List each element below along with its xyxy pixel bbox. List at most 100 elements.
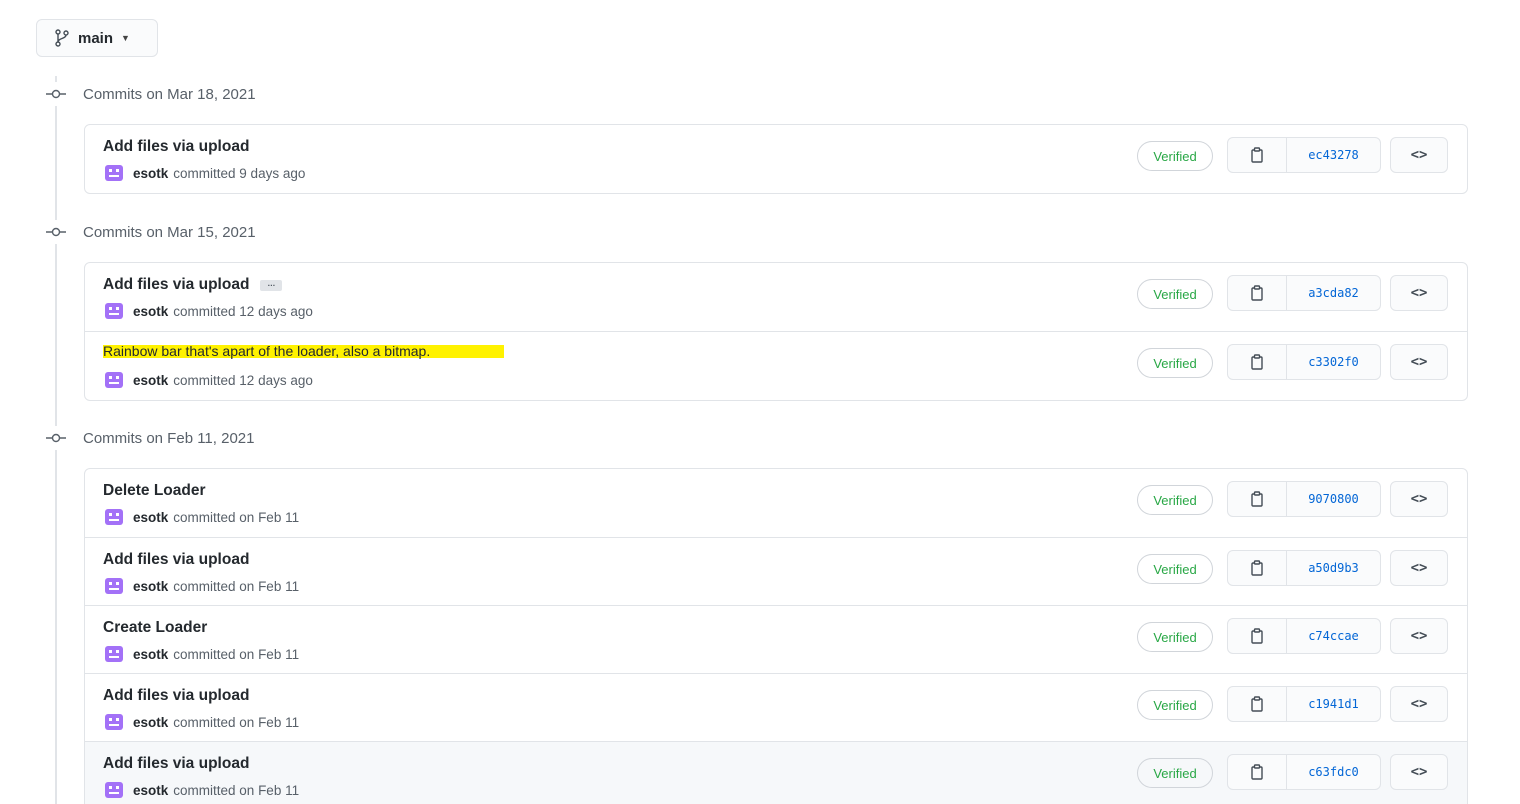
commit-time: committed on Feb 11 — [173, 714, 300, 730]
browse-repo-button[interactable]: <> — [1390, 481, 1448, 517]
copy-sha-button[interactable] — [1228, 619, 1287, 653]
copy-sha-button[interactable] — [1228, 551, 1287, 585]
commit-author-link[interactable]: esotk — [133, 715, 168, 730]
verified-badge[interactable]: Verified — [1137, 622, 1213, 652]
identicon-avatar[interactable] — [103, 301, 125, 321]
clipboard-icon — [1251, 491, 1263, 507]
copy-sha-button[interactable] — [1228, 687, 1287, 721]
commit-row: Add files via upload esotk committed 9 d… — [85, 125, 1467, 193]
branch-name: main — [78, 29, 114, 47]
commit-author-link[interactable]: esotk — [133, 304, 168, 319]
commit-time: committed 12 days ago — [173, 303, 313, 319]
browse-repo-button[interactable]: <> — [1390, 686, 1448, 722]
commit-sha-link[interactable]: c74ccae — [1287, 619, 1380, 653]
commit-message-link[interactable]: Add files via upload — [103, 138, 249, 156]
git-commit-icon — [44, 82, 68, 106]
code-icon: <> — [1410, 628, 1428, 644]
browse-repo-button[interactable]: <> — [1390, 618, 1448, 654]
code-icon: <> — [1410, 764, 1428, 780]
commit-message-link[interactable]: Rainbow bar that's apart of the loader, … — [103, 344, 505, 358]
commit-author-link[interactable]: esotk — [133, 373, 168, 388]
code-icon: <> — [1410, 696, 1428, 712]
identicon-avatar[interactable] — [103, 163, 125, 183]
clipboard-icon — [1251, 354, 1263, 370]
code-icon: <> — [1410, 560, 1428, 576]
caret-down-icon: ▼ — [121, 33, 130, 43]
commit-list: Delete Loader esotk committed on Feb 11 … — [84, 468, 1468, 804]
verified-badge[interactable]: Verified — [1137, 758, 1213, 788]
code-icon: <> — [1410, 491, 1428, 507]
commit-message-link[interactable]: Add files via upload — [103, 551, 249, 569]
commit-group-date: Commits on Mar 18, 2021 — [83, 85, 256, 103]
browse-repo-button[interactable]: <> — [1390, 344, 1448, 380]
browse-repo-button[interactable]: <> — [1390, 754, 1448, 790]
commit-message-link[interactable]: Create Loader — [103, 619, 207, 637]
commit-row: Add files via upload esotk committed on … — [85, 741, 1467, 804]
commit-sha-link[interactable]: c3302f0 — [1287, 345, 1380, 379]
commit-author-link[interactable]: esotk — [133, 166, 168, 181]
commit-group-header: Commits on Mar 15, 2021 — [44, 220, 256, 244]
verified-badge[interactable]: Verified — [1137, 690, 1213, 720]
clipboard-icon — [1251, 285, 1263, 301]
commit-sha-link[interactable]: c63fdc0 — [1287, 755, 1380, 789]
identicon-avatar[interactable] — [103, 780, 125, 800]
commit-time: committed on Feb 11 — [173, 509, 300, 525]
verified-badge[interactable]: Verified — [1137, 554, 1213, 584]
sha-button-group: c74ccae — [1227, 618, 1381, 654]
commit-row: Create Loader esotk committed on Feb 11 … — [85, 605, 1467, 673]
verified-badge[interactable]: Verified — [1137, 141, 1213, 171]
commit-sha-link[interactable]: 9070800 — [1287, 482, 1380, 516]
git-branch-icon — [55, 29, 69, 47]
sha-button-group: a3cda82 — [1227, 275, 1381, 311]
commit-message-link[interactable]: Add files via upload — [103, 755, 249, 773]
code-icon: <> — [1410, 354, 1428, 370]
branch-select-button[interactable]: main ▼ — [36, 19, 158, 57]
commit-time: committed on Feb 11 — [173, 646, 300, 662]
git-commit-icon — [44, 220, 68, 244]
commit-row: Add files via upload … esotk committed 1… — [85, 263, 1467, 331]
code-icon: <> — [1410, 147, 1428, 163]
verified-badge[interactable]: Verified — [1137, 348, 1213, 378]
expand-message-button[interactable]: … — [260, 279, 283, 291]
commit-group-date: Commits on Mar 15, 2021 — [83, 223, 256, 241]
sha-button-group: c63fdc0 — [1227, 754, 1381, 790]
browse-repo-button[interactable]: <> — [1390, 550, 1448, 586]
commit-author-link[interactable]: esotk — [133, 647, 168, 662]
browse-repo-button[interactable]: <> — [1390, 275, 1448, 311]
copy-sha-button[interactable] — [1228, 276, 1287, 310]
commit-sha-link[interactable]: c1941d1 — [1287, 687, 1380, 721]
commit-message-link[interactable]: Delete Loader — [103, 482, 206, 500]
copy-sha-button[interactable] — [1228, 755, 1287, 789]
clipboard-icon — [1251, 696, 1263, 712]
commit-sha-link[interactable]: ec43278 — [1287, 138, 1380, 172]
verified-badge[interactable]: Verified — [1137, 279, 1213, 309]
commit-message-link[interactable]: Add files via upload — [103, 276, 249, 294]
identicon-avatar[interactable] — [103, 644, 125, 664]
commit-list: Add files via upload esotk committed 9 d… — [84, 124, 1468, 194]
commit-sha-link[interactable]: a3cda82 — [1287, 276, 1380, 310]
commit-author-link[interactable]: esotk — [133, 579, 168, 594]
commit-list: Add files via upload … esotk committed 1… — [84, 262, 1468, 401]
copy-sha-button[interactable] — [1228, 482, 1287, 516]
browse-repo-button[interactable]: <> — [1390, 137, 1448, 173]
commit-row: Add files via upload esotk committed on … — [85, 673, 1467, 741]
commit-author-link[interactable]: esotk — [133, 510, 168, 525]
identicon-avatar[interactable] — [103, 507, 125, 527]
identicon-avatar[interactable] — [103, 576, 125, 596]
sha-button-group: ec43278 — [1227, 137, 1381, 173]
clipboard-icon — [1251, 764, 1263, 780]
commit-time: committed on Feb 11 — [173, 782, 300, 798]
commit-row: Delete Loader esotk committed on Feb 11 … — [85, 469, 1467, 537]
copy-sha-button[interactable] — [1228, 345, 1287, 379]
commit-time: committed 9 days ago — [173, 165, 306, 181]
verified-badge[interactable]: Verified — [1137, 485, 1213, 515]
commit-group-date: Commits on Feb 11, 2021 — [83, 429, 255, 447]
copy-sha-button[interactable] — [1228, 138, 1287, 172]
identicon-avatar[interactable] — [103, 712, 125, 732]
commit-author-link[interactable]: esotk — [133, 783, 168, 798]
identicon-avatar[interactable] — [103, 370, 125, 390]
commit-message-link[interactable]: Add files via upload — [103, 687, 249, 705]
code-icon: <> — [1410, 285, 1428, 301]
commit-sha-link[interactable]: a50d9b3 — [1287, 551, 1380, 585]
sha-button-group: a50d9b3 — [1227, 550, 1381, 586]
